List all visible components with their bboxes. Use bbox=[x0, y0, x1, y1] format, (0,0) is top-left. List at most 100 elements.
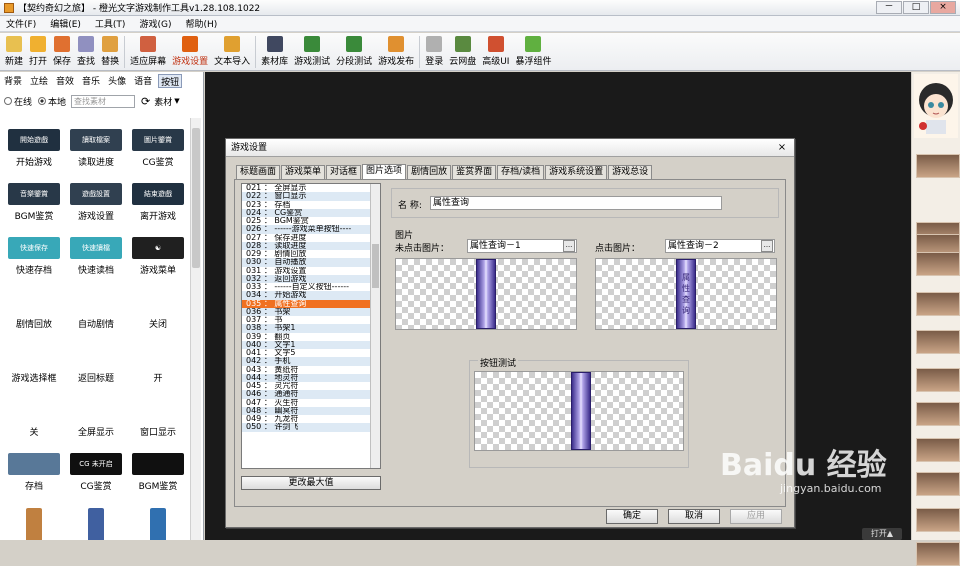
image-option-list[interactable]: 021 ： 全屏显示 022 ： 窗口显示 023 ： 存档 024 ： CG鉴赏 02… bbox=[241, 183, 381, 469]
toolbar-button-7[interactable]: 文本导入 bbox=[211, 33, 253, 67]
list-item[interactable]: 039 ： 翻页 bbox=[242, 333, 380, 341]
dialog-tab[interactable]: 图片选项 bbox=[362, 164, 407, 179]
material-item[interactable] bbox=[3, 496, 65, 540]
material-item[interactable]: 音樂鑒賞 BGM鉴赏 bbox=[3, 172, 65, 226]
material-item[interactable]: 存档 bbox=[3, 442, 65, 496]
asset-search-input[interactable]: 查找素材 bbox=[71, 94, 136, 108]
category-tab[interactable]: 按钮 bbox=[158, 74, 183, 88]
online-radio[interactable] bbox=[4, 97, 12, 105]
toolbar-button-9[interactable]: 游戏测试 bbox=[291, 33, 333, 67]
list-item[interactable]: 024 ： CG鉴赏 bbox=[242, 208, 380, 217]
list-item[interactable]: 032 ： 返回游戏 bbox=[242, 274, 380, 283]
material-item[interactable]: 快速保存 快速存档 bbox=[3, 226, 65, 280]
category-tab[interactable]: 音效 bbox=[54, 74, 76, 88]
material-item[interactable]: BGM鉴赏 bbox=[127, 442, 189, 496]
list-item[interactable]: 042 ： 手机 bbox=[242, 357, 380, 366]
list-item[interactable]: 040 ： 文字1 bbox=[242, 340, 380, 349]
menu-file[interactable]: 文件(F) bbox=[6, 17, 36, 30]
material-item[interactable]: 全屏显示 bbox=[65, 388, 127, 442]
material-item[interactable]: 关 bbox=[3, 388, 65, 442]
toolbar-button-11[interactable]: 游戏发布 bbox=[375, 33, 417, 67]
list-item[interactable]: 030 ： 自动播放 bbox=[242, 258, 380, 267]
material-item[interactable]: 快速讀檔 快速读档 bbox=[65, 226, 127, 280]
clicked-browse-button[interactable]: ... bbox=[761, 240, 773, 252]
clicked-image-field[interactable]: 属性查询－2 bbox=[665, 239, 775, 253]
list-item[interactable]: 049 ： 九龙符 bbox=[242, 415, 380, 423]
list-item[interactable]: 022 ： 窗口显示 bbox=[242, 192, 380, 201]
list-item[interactable]: 043 ： 黄纸符 bbox=[242, 366, 380, 374]
dialog-close-button[interactable]: × bbox=[774, 142, 790, 154]
material-item[interactable]: 自动剧情 bbox=[65, 280, 127, 334]
toolbar-button-3[interactable]: 查找 bbox=[74, 33, 98, 67]
unclicked-image-field[interactable]: 属性查询－1 bbox=[467, 239, 577, 253]
list-scrollbar[interactable] bbox=[370, 184, 380, 468]
list-item[interactable]: 033 ： ------自定义按钮------ bbox=[242, 283, 380, 291]
list-item[interactable]: 044 ： 地灵符 bbox=[242, 373, 380, 382]
toolbar-button-0[interactable]: 新建 bbox=[2, 33, 26, 67]
unclicked-browse-button[interactable]: ... bbox=[563, 240, 575, 252]
scene-thumbnail[interactable] bbox=[916, 472, 960, 496]
dialog-tab[interactable]: 鉴赏界面 bbox=[452, 165, 497, 179]
list-item[interactable]: 047 ： 灭生符 bbox=[242, 399, 380, 407]
menu-help[interactable]: 帮助(H) bbox=[185, 17, 217, 30]
local-radio[interactable] bbox=[38, 97, 47, 105]
scene-thumbnail[interactable] bbox=[916, 402, 960, 426]
scene-thumbnail[interactable] bbox=[916, 292, 960, 316]
list-item[interactable]: 041 ： 文字5 bbox=[242, 349, 380, 357]
close-window-button[interactable]: × bbox=[930, 1, 956, 14]
material-item[interactable]: 結束遊戲 离开游戏 bbox=[127, 172, 189, 226]
list-item[interactable]: 036 ： 书架 bbox=[242, 307, 380, 316]
button-test-area[interactable] bbox=[474, 371, 684, 451]
material-item[interactable]: CG 未开启 CG鉴赏 bbox=[65, 442, 127, 496]
list-item[interactable]: 035 ： 属性查询 bbox=[242, 299, 380, 308]
material-item[interactable]: 游戏选择框 bbox=[3, 334, 65, 388]
material-item[interactable]: 剧情回放 bbox=[3, 280, 65, 334]
material-item[interactable]: 遊戲設置 游戏设置 bbox=[65, 172, 127, 226]
toolbar-button-2[interactable]: 保存 bbox=[50, 33, 74, 67]
ok-button[interactable]: 确定 bbox=[606, 509, 658, 524]
material-item[interactable]: 窗口显示 bbox=[127, 388, 189, 442]
material-item[interactable]: 返回标题 bbox=[65, 334, 127, 388]
category-tab[interactable]: 语音 bbox=[132, 74, 154, 88]
dialog-tab[interactable]: 存档/读档 bbox=[497, 165, 545, 179]
test-button-image[interactable] bbox=[571, 372, 591, 450]
dialog-tab[interactable]: 游戏总设 bbox=[608, 165, 653, 179]
toolbar-button-1[interactable]: 打开 bbox=[26, 33, 50, 67]
scene-thumbnail[interactable] bbox=[916, 330, 960, 354]
cancel-button[interactable]: 取消 bbox=[668, 509, 720, 524]
scene-thumbnail[interactable] bbox=[916, 368, 960, 392]
toolbar-button-5[interactable]: 适应屏幕 bbox=[127, 33, 169, 67]
refresh-icon[interactable]: ⟳ bbox=[141, 95, 150, 108]
menu-tools[interactable]: 工具(T) bbox=[95, 17, 126, 30]
scene-thumbnail[interactable] bbox=[916, 542, 960, 566]
toolbar-button-14[interactable]: 高级UI bbox=[479, 33, 512, 67]
category-tab[interactable]: 音乐 bbox=[80, 74, 102, 88]
toolbar-button-10[interactable]: 分段测试 bbox=[333, 33, 375, 67]
material-item[interactable] bbox=[65, 496, 127, 540]
scene-thumbnail[interactable] bbox=[916, 252, 960, 276]
material-item[interactable] bbox=[127, 496, 189, 540]
list-item[interactable]: 037 ： 书 bbox=[242, 316, 380, 324]
dialog-tab[interactable]: 游戏系统设置 bbox=[545, 165, 608, 179]
toolbar-button-4[interactable]: 替换 bbox=[98, 33, 122, 67]
scene-thumbnail[interactable] bbox=[916, 154, 960, 178]
material-item[interactable]: 讀取檔案 读取进度 bbox=[65, 118, 127, 172]
dialog-tab[interactable]: 对话框 bbox=[326, 165, 362, 179]
dialog-tab[interactable]: 剧情回放 bbox=[407, 165, 452, 179]
list-item[interactable]: 029 ： 剧情回放 bbox=[242, 250, 380, 258]
list-item[interactable]: 034 ： 开始游戏 bbox=[242, 291, 380, 300]
scrollbar-thumb[interactable] bbox=[192, 128, 200, 268]
toolbar-button-12[interactable]: 登录 bbox=[422, 33, 446, 67]
name-input[interactable]: 属性查询 bbox=[430, 196, 722, 210]
expand-button[interactable]: 打开▲ bbox=[862, 528, 902, 540]
list-item[interactable]: 021 ： 全屏显示 bbox=[242, 184, 380, 192]
list-item[interactable]: 038 ： 书架1 bbox=[242, 324, 380, 333]
maximize-button[interactable]: □ bbox=[903, 1, 929, 14]
material-item[interactable]: 圖片鑒賞 CG鉴赏 bbox=[127, 118, 189, 172]
asset-scrollbar[interactable] bbox=[190, 118, 201, 540]
list-item[interactable]: 025 ： BGM鉴赏 bbox=[242, 217, 380, 225]
list-item[interactable]: 046 ： 通通符 bbox=[242, 390, 380, 399]
category-tab[interactable]: 头像 bbox=[106, 74, 128, 88]
material-dropdown[interactable]: 素材 bbox=[154, 95, 172, 108]
list-item[interactable]: 027 ： 保存进度 bbox=[242, 234, 380, 242]
